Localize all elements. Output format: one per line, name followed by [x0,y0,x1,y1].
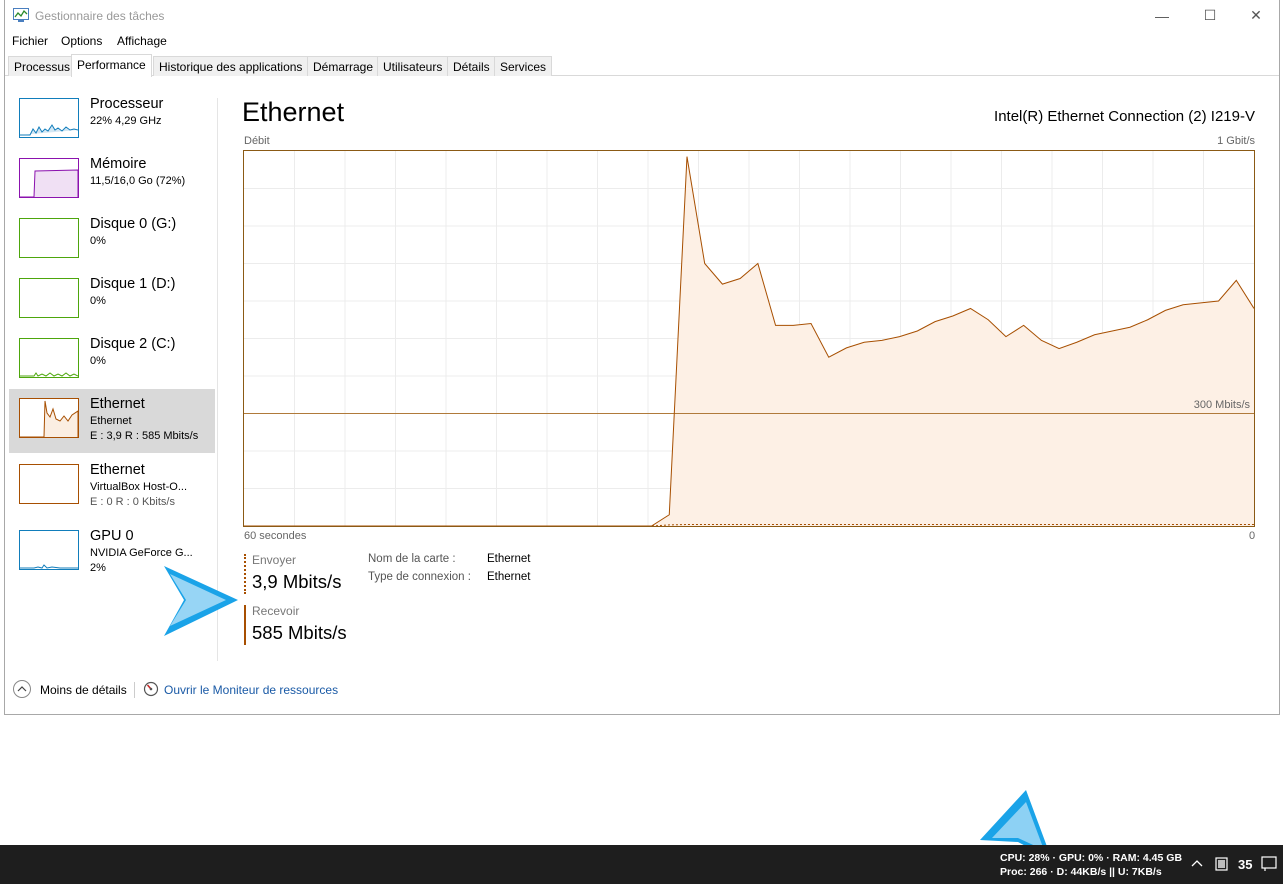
sidebar-item-detail: Ethernet [90,415,132,427]
sidebar-item-detail: 11,5/16,0 Go (72%) [90,175,186,187]
menu-file[interactable]: Fichier [12,34,48,48]
receive-value: 585 Mbits/s [252,622,347,643]
sidebar-item-detail: 22% 4,29 GHz [90,115,162,127]
notification-icon[interactable] [1261,856,1277,872]
tab-startup[interactable]: Démarrage [307,56,380,76]
sidebar-item-detail: NVIDIA GeForce G... [90,547,193,559]
send-label: Envoyer [252,553,297,567]
resource-monitor-icon [143,681,159,697]
receive-label: Recevoir [252,604,300,618]
sidebar-item-detail: 0% [90,295,106,307]
footer-divider [134,682,135,698]
connection-type-label: Type de connexion : [368,571,471,583]
maximize-button[interactable]: ☐ [1187,0,1233,31]
window-title: Gestionnaire des tâches [35,9,165,23]
gpu-thumbnail-graph [19,530,79,570]
adapter-name-label: Nom de la carte : [368,553,456,565]
sidebar-item-label: Mémoire [90,156,147,172]
sidebar-item-detail: VirtualBox Host-O... [90,481,187,493]
receive-indicator [244,605,246,645]
tab-processes[interactable]: Processus [8,56,77,76]
disk-0-thumbnail-graph [19,218,79,258]
sidebar-item-ethernet[interactable]: Ethernet Ethernet E : 3,9 R : 585 Mbits/… [9,389,215,453]
throughput-graph: 300 Mbits/s [243,150,1255,527]
adapter-name-value: Ethernet [487,553,531,565]
page-title: Ethernet [242,97,345,127]
sidebar-item-label: Ethernet [90,462,145,478]
send-indicator [244,554,246,594]
resource-monitor-link[interactable]: Ouvrir le Moniteur de ressources [164,683,338,697]
sidebar-item-rate: E : 0 R : 0 Kbits/s [90,496,175,508]
tab-users[interactable]: Utilisateurs [377,56,449,76]
sidebar-item-rate: E : 3,9 R : 585 Mbits/s [90,430,199,442]
disk-2-thumbnail-graph [19,338,79,378]
graph-zero-label: 0 [1249,530,1256,542]
title-bar[interactable]: Gestionnaire des tâches — ☐ ✕ [5,0,1279,31]
tab-bar: Processus Performance Historique des app… [5,54,1279,77]
minimize-icon: — [1155,7,1169,24]
sidebar-item-memory[interactable]: Mémoire 11,5/16,0 Go (72%) [9,149,215,213]
memory-thumbnail-graph [19,158,79,198]
sidebar-item-label: Disque 1 (D:) [90,276,176,292]
less-details-button[interactable] [13,680,31,698]
close-button[interactable]: ✕ [1233,0,1279,31]
graph-label: Débit [244,135,270,147]
cpu-thumbnail-graph [19,98,79,138]
menu-bar: Fichier Options Affichage [5,31,1279,51]
notes-icon[interactable] [1215,857,1228,871]
graph-time-label: 60 secondes [244,530,307,542]
menu-options[interactable]: Options [61,34,102,48]
sidebar-item-label: Processeur [90,96,164,112]
maximize-icon: ☐ [1203,7,1217,23]
sidebar-item-label: Disque 0 (G:) [90,216,177,232]
task-manager-icon [13,8,29,22]
sidebar-item-ethernet-virtualbox[interactable]: Ethernet VirtualBox Host-O... E : 0 R : … [9,455,215,519]
taskbar-counter: 35 [1238,857,1253,872]
send-value: 3,9 Mbits/s [252,571,342,592]
tab-performance[interactable]: Performance [71,54,152,77]
sidebar-item-rate: 2% [90,562,106,574]
system-stats-line-2: Proc: 266 · D: 44KB/s || U: 7KB/s [1000,866,1162,878]
disk-1-thumbnail-graph [19,278,79,318]
sidebar-item-label: GPU 0 [90,528,134,544]
sidebar-item-disk-1[interactable]: Disque 1 (D:) 0% [9,269,215,333]
taskbar: CPU: 28% · GPU: 0% · RAM: 4.45 GB Proc: … [0,845,1283,884]
connection-type-value: Ethernet [487,571,531,583]
system-stats-line-1: CPU: 28% · GPU: 0% · RAM: 4.45 GB [1000,852,1183,864]
throughput-chart [244,151,1254,526]
ethernet-thumbnail-graph [19,398,79,438]
sidebar-item-cpu[interactable]: Processeur 22% 4,29 GHz [9,89,215,153]
tab-services[interactable]: Services [494,56,553,76]
adapter-name: Intel(R) Ethernet Connection (2) I219-V [994,108,1255,125]
sidebar-item-detail: 0% [90,355,106,367]
minimize-button[interactable]: — [1139,0,1185,31]
sidebar-item-disk-0[interactable]: Disque 0 (G:) 0% [9,209,215,273]
sidebar-item-detail: 0% [90,235,106,247]
ethernet-virtualbox-thumbnail-graph [19,464,79,504]
tab-details[interactable]: Détails [447,56,496,76]
tab-app-history[interactable]: Historique des applications [153,56,309,76]
graph-max-label: 1 Gbit/s [1217,135,1255,147]
arrow-annotation-icon [164,566,238,636]
chevron-up-icon [17,686,27,692]
sidebar-item-label: Disque 2 (C:) [90,336,176,352]
graph-reference-label: 300 Mbits/s [1193,399,1250,411]
less-details-link[interactable]: Moins de détails [40,683,127,697]
menu-view[interactable]: Affichage [117,34,167,48]
chevron-up-icon[interactable] [1191,859,1203,867]
close-icon: ✕ [1250,7,1262,23]
sidebar-item-label: Ethernet [90,396,145,412]
sidebar-item-disk-2[interactable]: Disque 2 (C:) 0% [9,329,215,393]
